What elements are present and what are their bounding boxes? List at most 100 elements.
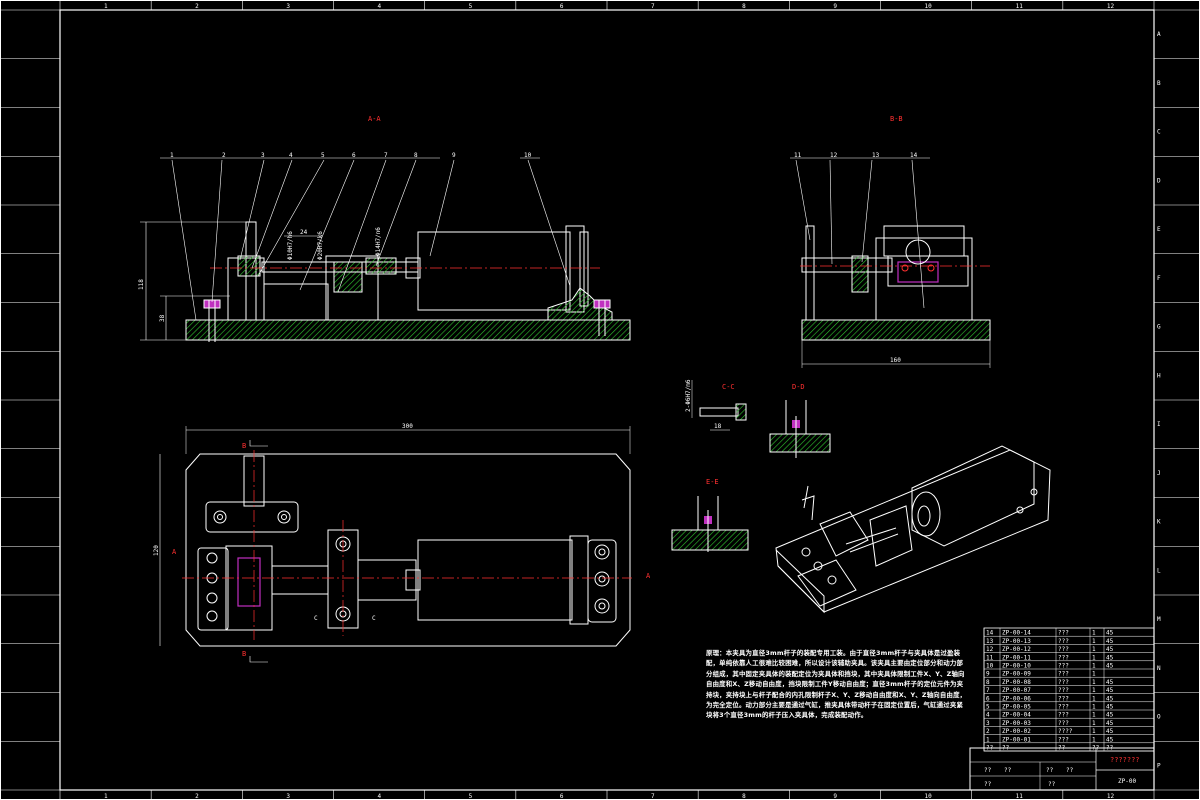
zone-label-side: F [1157,275,1161,282]
balloon-2: 2 [222,152,226,159]
bom-cell: 1 [986,736,990,743]
bom-cell: ??? [1058,671,1069,678]
bom-cell: 45 [1106,654,1114,661]
bom-cell: ??? [1058,638,1069,645]
bom-cell: ZP-00-11 [1002,654,1031,661]
bom-cell: 10 [986,663,994,670]
bom-cell: 1 [1092,728,1096,735]
bom-cell: 5 [986,704,990,711]
bom-cell: 45 [1106,679,1114,686]
bom-cell: ZP-00-13 [1002,638,1031,645]
bom-cell: ZP-00-02 [1002,728,1031,735]
balloon-8: 8 [414,152,418,159]
bom-cell: ???? [1058,728,1073,735]
bom-cell: 2 [986,728,990,735]
dim-bore-1: Φ10H7/h6 [287,231,294,260]
title-cell: ?? [1004,767,1012,774]
section-aa-label: A-A [368,115,381,123]
dim-height-base: 38 [159,314,166,322]
zone-label-side: M [1157,616,1161,623]
title-cell: ?? [984,781,992,788]
detail-ee-label: E-E [706,478,719,486]
mark-b-bottom: B [242,650,246,658]
zone-label-bottom: 3 [286,793,290,800]
bom-cell: 9 [986,671,990,678]
zone-label-side: H [1157,372,1161,379]
detail-dd-label: D-D [792,383,805,391]
mark-a-left: A [172,548,177,556]
balloon-7: 7 [384,152,388,159]
balloon-5: 5 [321,152,325,159]
zone-label-top: 9 [833,3,837,10]
detail-cc-label: C-C [722,383,735,391]
zone-label-top: 3 [286,3,290,10]
bom-cell: 45 [1106,704,1114,711]
bom-cell: 45 [1106,728,1114,735]
bom-table: 14 ZP-00-14??? 1 4513 ZP-00-13??? 1 4512 ZP-00-… [983,627,1155,752]
detail-views: C-C 2-Φ6H7/m6 18 D-D E-E [671,379,831,552]
balloon-9: 9 [452,152,456,159]
bom-cell: 1 [1092,638,1096,645]
zone-label-top: 4 [378,3,382,10]
bom-cell: 1 [1092,695,1096,702]
title-cell: ?? [1046,767,1054,774]
dim-overall-length: 300 [402,423,413,430]
bom-cell: 4 [986,712,990,719]
dim-side-width: 160 [890,357,901,364]
dim-detail-small: 18 [714,423,722,430]
title-block: ??????? ZP-00 ?? ?? ?? ?? ?? ?? [969,747,1155,791]
balloon-4: 4 [289,152,293,159]
bom-cell: 1 [1092,720,1096,727]
bom-cell: 1 [1092,663,1096,670]
bom-cell: 45 [1106,630,1114,637]
bom-cell: 45 [1106,736,1114,743]
section-bb-view: B-B 160 11 12 13 14 [790,115,991,368]
bom-cell: ZP-00-05 [1002,704,1031,711]
zone-label-bottom: 9 [833,793,837,800]
bom-cell: 45 [1106,720,1114,727]
zone-label-side: A [1157,31,1161,38]
balloon-11: 11 [794,152,802,159]
dim-span: 24 [300,229,308,236]
mark-a-right: A [646,572,651,580]
zone-label-top: 11 [1016,3,1024,10]
bom-cell: 11 [986,654,994,661]
bom-cell: ZP-00-07 [1002,687,1031,694]
bom-cell: 1 [1092,654,1096,661]
inner-frame [59,9,1155,791]
balloon-10: 10 [524,152,532,159]
bom-cell: ZP-00-06 [1002,695,1031,702]
bom-cell: 1 [1092,704,1096,711]
bom-cell: ZP-00-14 [1002,630,1031,637]
bom-cell: 45 [1106,712,1114,719]
cad-drawing-sheet: 112233445566778899101011111212ABCDEFGHIJ… [0,0,1200,800]
zone-label-top: 2 [195,3,199,10]
bom-cell: ZP-00-04 [1002,712,1031,719]
bom-cell: ??? [1058,630,1069,637]
bom-cell: ??? [1058,704,1069,711]
principle-note: 原理：本夹具为直径3mm杆子的装配专用工装。由于直径3mm杆子与夹具体是过盈装配… [706,649,967,720]
zone-label-bottom: 7 [651,793,655,800]
bom-cell: 45 [1106,638,1114,645]
bom-cell: 13 [986,638,994,645]
bom-cell: 12 [986,646,994,653]
bom-cell: ZP-00-10 [1002,663,1031,670]
zone-label-side: L [1157,567,1161,574]
bom-cell: ZP-00-03 [1002,720,1031,727]
balloon-12: 12 [830,152,838,159]
dim-overall-width: 120 [153,545,160,556]
zone-label-side: P [1157,762,1161,769]
bom-cell: ??? [1058,679,1069,686]
zone-label-side: B [1157,80,1161,87]
balloon-6: 6 [352,152,356,159]
zone-label-side: E [1157,226,1161,233]
zone-label-bottom: 4 [378,793,382,800]
zone-label-bottom: 6 [560,793,564,800]
title-cell: ?? [984,767,992,774]
dim-bore-3: Φ14H7/n6 [375,227,382,256]
mark-c-right: C [372,615,376,622]
bom-cell: 45 [1106,687,1114,694]
bom-cell: 6 [986,695,990,702]
balloon-1: 1 [170,152,174,159]
zone-label-bottom: 10 [925,793,933,800]
